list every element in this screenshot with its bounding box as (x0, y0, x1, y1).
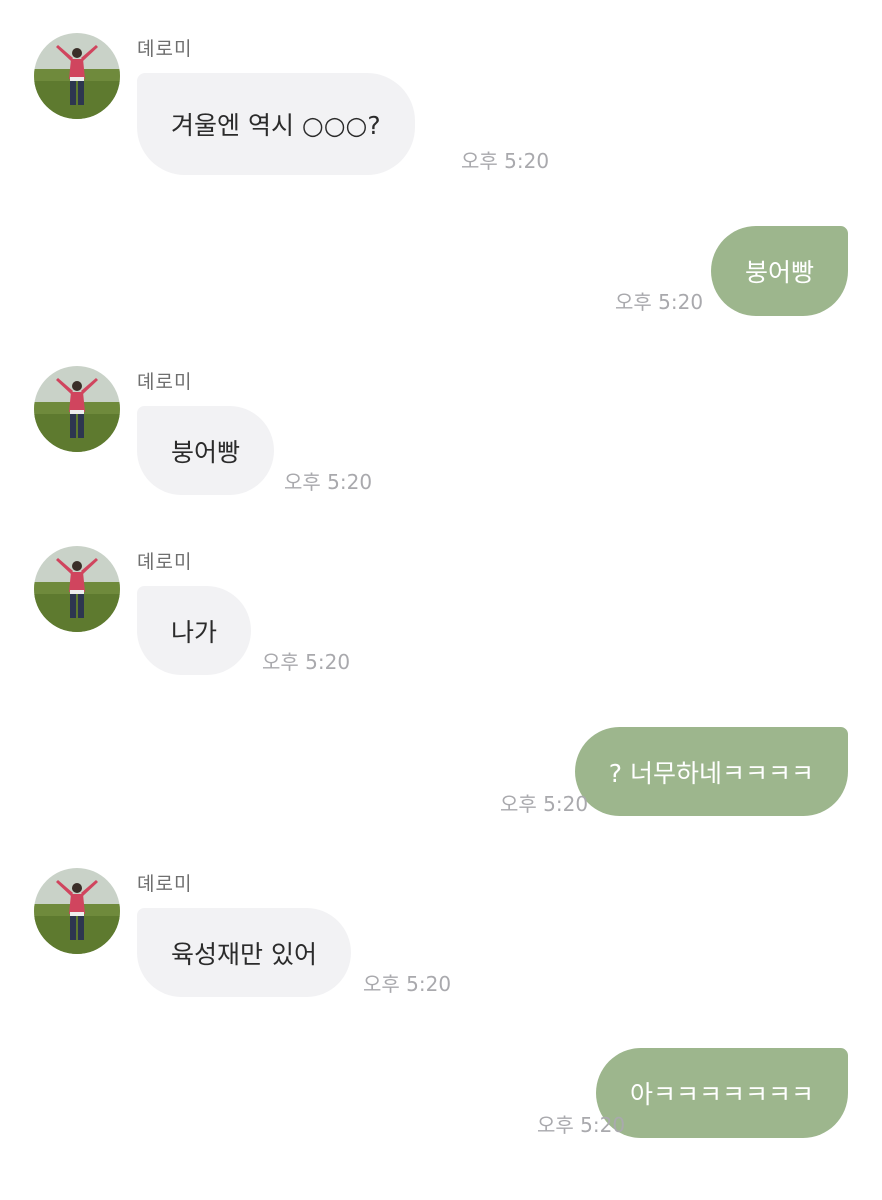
message-timestamp: 오후 5:20 (500, 792, 589, 816)
avatar[interactable] (34, 546, 120, 632)
message-bubble[interactable]: ? 너무하네ㅋㅋㅋㅋ (574, 727, 848, 816)
sender-name: 뎨로미 (137, 873, 193, 895)
message-timestamp: 오후 5:20 (537, 1113, 626, 1137)
sender-name: 뎨로미 (137, 551, 193, 573)
message-bubble[interactable]: 육성재만 있어 (137, 908, 351, 997)
avatar[interactable] (34, 33, 120, 119)
message-bubble[interactable]: 나가 (137, 586, 252, 675)
message-bubble[interactable]: 아ㅋㅋㅋㅋㅋㅋㅋ (595, 1048, 848, 1138)
message-timestamp: 오후 5:20 (262, 650, 351, 674)
message-bubble[interactable]: 붕어빵 (137, 406, 275, 495)
message-timestamp: 오후 5:20 (615, 290, 704, 314)
avatar[interactable] (34, 366, 120, 452)
avatar[interactable] (34, 868, 120, 954)
message-timestamp: 오후 5:20 (284, 470, 373, 494)
message-timestamp: 오후 5:20 (363, 972, 452, 996)
message-timestamp: 오후 5:20 (461, 149, 550, 173)
message-bubble[interactable]: 겨울엔 역시 ○○○? (137, 73, 415, 175)
sender-name: 뎨로미 (137, 371, 193, 393)
sender-name: 뎨로미 (137, 38, 193, 60)
message-bubble[interactable]: 붕어빵 (710, 226, 848, 316)
